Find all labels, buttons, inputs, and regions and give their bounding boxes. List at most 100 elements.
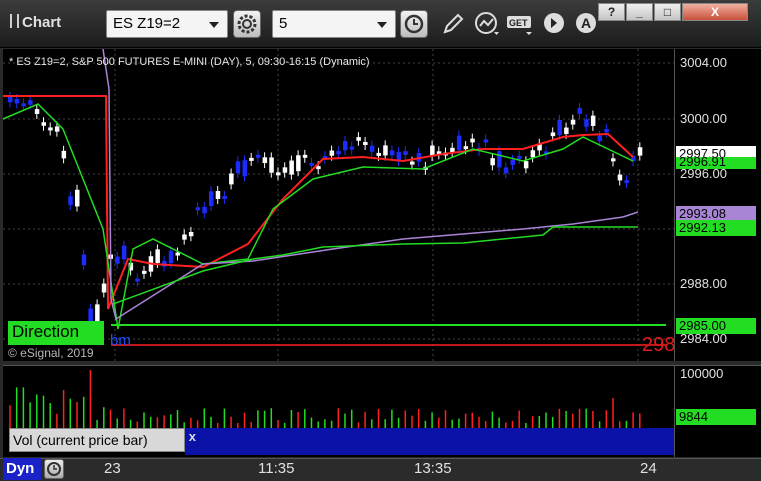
clock-icon — [404, 14, 424, 34]
price-axis[interactable] — [674, 49, 761, 361]
candle — [249, 157, 254, 161]
get-data-button[interactable]: GET — [506, 10, 536, 38]
interval-clock-button[interactable] — [400, 10, 428, 38]
candle — [403, 151, 408, 155]
help-button[interactable]: ? — [598, 3, 625, 21]
candle — [302, 154, 308, 158]
app-title: Chart — [10, 14, 61, 31]
direction-level-price-tag: 2985.00 — [676, 318, 756, 334]
close-button[interactable]: X — [682, 3, 748, 21]
red-moving-average — [3, 95, 634, 310]
candle — [577, 107, 582, 114]
candle — [550, 132, 556, 137]
candle — [503, 167, 509, 174]
fast-ma-price-tag: 2996.91 — [676, 157, 756, 169]
candle — [21, 103, 26, 107]
time-label: 24 — [640, 460, 657, 477]
candle — [215, 191, 221, 199]
candle — [617, 174, 623, 181]
next-button[interactable] — [540, 10, 570, 38]
candle — [510, 159, 515, 165]
candle — [570, 119, 576, 125]
candle — [61, 150, 67, 159]
candle — [564, 127, 569, 134]
candle — [135, 278, 140, 282]
candle — [410, 161, 415, 165]
symbol-value: ES Z19=2 — [113, 15, 181, 32]
gear-icon — [237, 14, 257, 34]
candle — [624, 180, 629, 184]
close-study-icon[interactable]: x — [189, 429, 196, 444]
candle — [557, 119, 562, 136]
price-plot — [2, 48, 674, 361]
candle — [235, 161, 241, 174]
svg-text:GET: GET — [509, 18, 528, 28]
candle — [530, 150, 536, 158]
volume-study-label[interactable]: Vol (current price bar) x — [9, 428, 196, 452]
candle — [584, 119, 589, 127]
candle — [456, 135, 462, 151]
candle — [81, 254, 87, 266]
candle — [121, 245, 127, 260]
symbol-select[interactable]: ES Z19=2 — [106, 10, 228, 38]
chart-toolbar: Chart ES Z19=2 5 GET A ? _ □ X — [0, 0, 761, 48]
candle — [282, 167, 288, 173]
candle — [68, 196, 73, 206]
time-settings-button[interactable] — [44, 459, 64, 479]
volume-tick: 100000 — [680, 366, 724, 381]
time-label: 13:35 — [414, 460, 452, 477]
candle — [611, 158, 616, 162]
draw-tool-button[interactable] — [438, 10, 468, 38]
interval-select[interactable]: 5 — [272, 10, 396, 38]
candle — [329, 150, 335, 156]
candle — [48, 127, 53, 131]
candle — [255, 154, 261, 158]
clock-icon — [47, 462, 61, 476]
candle — [14, 98, 20, 104]
candle — [242, 160, 247, 177]
chevron-down-icon — [377, 22, 387, 28]
study-chart-icon — [475, 12, 499, 35]
candle — [182, 234, 187, 240]
candle — [383, 145, 388, 156]
partial-overlay-text: bm — [110, 332, 131, 349]
candle — [115, 256, 120, 264]
volume-current-tag: 9844 — [676, 409, 756, 425]
candle — [28, 100, 33, 105]
app-title-text: Chart — [22, 14, 62, 31]
price-tick: 3004.00 — [680, 55, 727, 70]
minimize-button[interactable]: _ — [626, 3, 653, 21]
dynamic-mode-button[interactable]: Dyn — [3, 458, 41, 480]
volume-plot — [9, 370, 641, 428]
candle — [463, 146, 469, 150]
green-moving-average — [2, 103, 634, 330]
price-tick: 2988.00 — [680, 276, 727, 291]
study-button[interactable] — [472, 10, 502, 38]
candle — [168, 250, 174, 264]
candle — [369, 145, 375, 152]
candle — [470, 138, 475, 143]
price-chart[interactable] — [2, 48, 674, 361]
partial-price-label: 298 — [642, 334, 674, 356]
svg-text:A: A — [581, 15, 591, 31]
candle — [202, 206, 207, 214]
candle — [34, 109, 40, 114]
candle — [349, 146, 355, 150]
candle — [155, 249, 160, 263]
candle — [229, 173, 234, 185]
chart-app-icon — [10, 14, 19, 28]
time-label: 23 — [104, 460, 121, 477]
volume-study-text: Vol (current price bar) — [13, 432, 148, 448]
arrow-right-circle-icon — [544, 13, 564, 33]
candle — [389, 150, 395, 156]
study-label: * ES Z19=2, S&P 500 FUTURES E-MINI (DAY)… — [9, 56, 370, 68]
symbol-settings-button[interactable] — [233, 10, 261, 38]
volume-panel-strip — [185, 428, 674, 455]
candle — [309, 162, 314, 166]
maximize-button[interactable]: □ — [654, 3, 681, 21]
time-label: 11:35 — [258, 460, 295, 477]
candle — [336, 150, 341, 155]
candle — [363, 141, 368, 145]
candle — [597, 135, 603, 142]
chevron-down-icon — [209, 22, 219, 28]
